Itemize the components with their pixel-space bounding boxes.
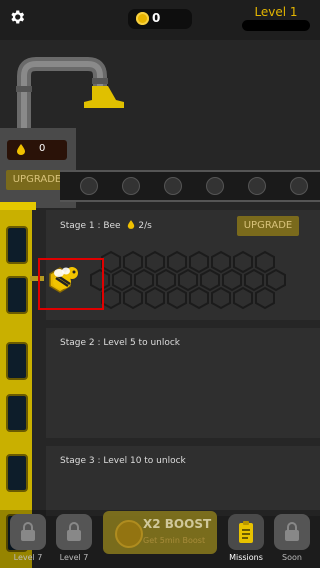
tab-level-7-label-b: Level 7	[59, 553, 89, 562]
level-label: Level 1	[254, 5, 298, 19]
honey-pipe	[16, 57, 124, 136]
coin-count: 0	[152, 11, 161, 25]
elevator-window	[6, 342, 28, 380]
stage-2-panel: Stage 2 : Level 5 to unlock	[46, 328, 320, 438]
tab-missions-label: Missions	[229, 553, 263, 562]
lock-icon	[67, 522, 81, 541]
roller-icon	[164, 177, 182, 195]
tab-level-7-locked-b[interactable]	[56, 514, 92, 550]
elevator-window	[6, 454, 28, 492]
tab-level-7-locked-a[interactable]	[10, 514, 46, 550]
roller-icon	[80, 177, 98, 195]
coin-counter: 0	[128, 9, 192, 29]
roller-icon	[248, 177, 266, 195]
roller-icon	[122, 177, 140, 195]
stage-3-title: Stage 3 : Level 10 to unlock	[60, 456, 186, 466]
stage-2-title: Stage 2 : Level 5 to unlock	[60, 338, 181, 348]
tab-soon-label: Soon	[282, 553, 302, 562]
boost-coin-icon	[115, 520, 143, 548]
tab-missions[interactable]	[228, 514, 264, 550]
x2-boost-button[interactable]: X2 BOOST Get 5min Boost	[103, 511, 217, 554]
elevator-top	[0, 202, 36, 210]
elevator-window	[6, 394, 28, 432]
tab-soon-locked[interactable]	[274, 514, 310, 550]
lock-icon	[285, 522, 299, 541]
honey-amount: 0	[39, 143, 46, 154]
honey-storage: 0	[7, 140, 67, 160]
stage-1-upgrade-button[interactable]: UPGRADE	[237, 216, 299, 236]
elevator-window	[6, 276, 28, 314]
gear-icon[interactable]	[8, 8, 26, 26]
bee-highlight-box	[38, 258, 104, 310]
boost-title: X2 BOOST	[143, 517, 212, 531]
honey-drop-icon	[128, 220, 135, 229]
roller-icon	[206, 177, 224, 195]
honey-drop-icon	[17, 144, 25, 155]
lock-icon	[21, 522, 35, 541]
machine-upgrade-button[interactable]: UPGRADE	[6, 170, 68, 190]
tab-level-7-label-a: Level 7	[13, 553, 43, 562]
conveyor-belt	[60, 170, 320, 202]
stage-1-title: Stage 1 : Bee 2/s	[60, 220, 152, 231]
clipboard-icon	[239, 521, 253, 543]
boost-subtitle: Get 5min Boost	[143, 536, 206, 545]
roller-icon	[290, 177, 308, 195]
coin-icon	[136, 12, 149, 25]
stage-3-panel: Stage 3 : Level 10 to unlock	[46, 446, 320, 516]
elevator-window	[6, 226, 28, 264]
level-progress-bar	[242, 20, 310, 31]
